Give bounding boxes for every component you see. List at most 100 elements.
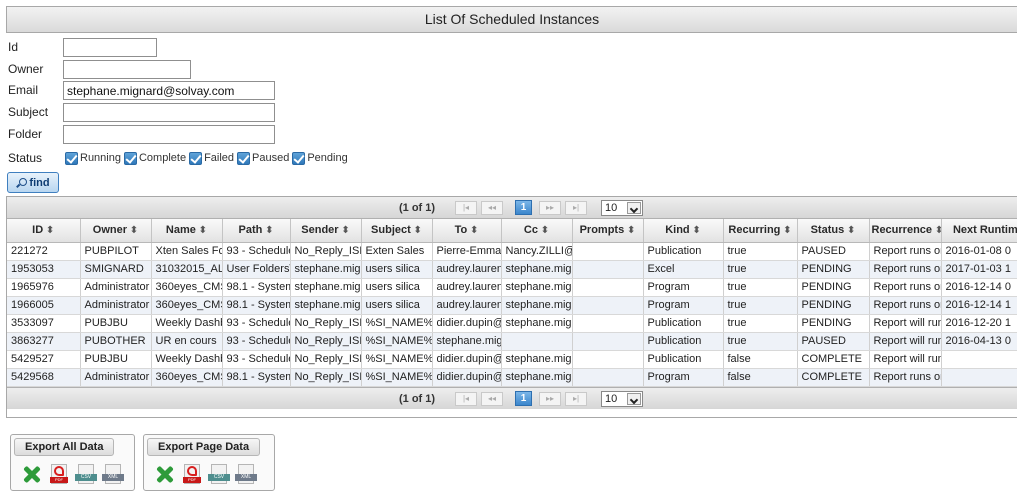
prev-page-icon[interactable]: ◂◂ bbox=[481, 391, 503, 406]
page-size-value: 10 bbox=[605, 392, 618, 405]
table-row[interactable]: 1965976 Administrator 360eyes_CMS 98.1 - Sy… bbox=[7, 278, 1017, 297]
column-header-recurrence[interactable]: Recurrence ⬍ bbox=[869, 219, 942, 243]
column-header-cc[interactable]: Cc ⬍ bbox=[501, 219, 573, 243]
page-size-select[interactable]: 10 bbox=[601, 200, 643, 216]
column-header-kind[interactable]: Kind ⬍ bbox=[643, 219, 724, 243]
table-cell: PENDING bbox=[797, 278, 870, 297]
table-row[interactable]: 3863277PUBOTHERUR en cours93 - Scheduled… bbox=[7, 332, 1017, 351]
excel-icon[interactable] bbox=[21, 463, 43, 485]
column-header-label: Cc bbox=[523, 224, 538, 237]
table-row[interactable]: 1953053SMIGNARD31032015_ALUser Folders\S… bbox=[7, 260, 1017, 279]
table-row[interactable]: 221272PUBPILOTXten Sales Fo93 - Schedule… bbox=[7, 242, 1017, 261]
table-cell bbox=[572, 242, 644, 261]
table-cell: false bbox=[723, 350, 798, 369]
next-page-icon[interactable]: ▸▸ bbox=[539, 201, 561, 215]
running-label: Running bbox=[80, 152, 121, 164]
last-page-icon[interactable]: ▸| bbox=[565, 201, 587, 215]
csv-icon[interactable]: CSV bbox=[208, 463, 230, 485]
table-cell: 31032015_AL bbox=[151, 260, 223, 279]
email-field[interactable] bbox=[63, 81, 275, 100]
table-cell: audrey.laurent bbox=[432, 296, 502, 315]
pdf-icon[interactable]: PDF bbox=[48, 463, 70, 485]
id-field[interactable] bbox=[63, 38, 157, 57]
xml-icon[interactable]: XML bbox=[235, 463, 257, 485]
export-page-panel: Export Page Data PDF CSV XML bbox=[143, 434, 275, 491]
sort-icon: ⬍ bbox=[195, 225, 208, 237]
table-cell bbox=[501, 332, 573, 351]
column-header-id[interactable]: ID ⬍ bbox=[7, 219, 81, 243]
table-cell: Report runs on bbox=[869, 260, 942, 279]
column-header-status[interactable]: Status ⬍ bbox=[797, 219, 870, 243]
pending-checkbox[interactable] bbox=[292, 151, 306, 165]
table-cell: Administrator bbox=[80, 278, 152, 297]
table-cell: Weekly Dashb bbox=[151, 314, 223, 333]
sort-icon: ⬍ bbox=[780, 225, 792, 237]
excel-icon[interactable] bbox=[154, 463, 176, 485]
column-header-label: Path bbox=[238, 224, 263, 237]
column-header-name[interactable]: Name ⬍ bbox=[151, 219, 223, 243]
table-cell: 360eyes_CMS bbox=[151, 368, 223, 387]
table-cell: stephane.migr bbox=[290, 296, 362, 315]
column-header-subject[interactable]: Subject ⬍ bbox=[361, 219, 433, 243]
column-header-owner[interactable]: Owner ⬍ bbox=[80, 219, 152, 243]
table-row[interactable]: 5429568 Administrator 360eyes_CMS 98.1 - Sy… bbox=[7, 368, 1017, 387]
table-row[interactable]: 3533097PUBJBUWeekly Dashb93 - ScheduledN… bbox=[7, 314, 1017, 333]
subject-label: Subject bbox=[8, 105, 49, 119]
find-button[interactable]: find bbox=[7, 172, 59, 193]
table-cell: audrey.laurent bbox=[432, 260, 502, 279]
csv-icon[interactable]: CSV bbox=[75, 463, 97, 485]
next-page-icon[interactable]: ▸▸ bbox=[539, 391, 561, 406]
last-page-icon[interactable]: ▸| bbox=[565, 391, 587, 406]
prev-page-icon[interactable]: ◂◂ bbox=[481, 201, 503, 215]
column-header-label: Subject bbox=[371, 224, 411, 237]
sort-icon: ⬍ bbox=[43, 225, 55, 237]
paused-checkbox[interactable] bbox=[237, 151, 251, 165]
sort-icon: ⬍ bbox=[689, 225, 701, 237]
column-header-to[interactable]: To ⬍ bbox=[432, 219, 502, 243]
table-cell: stephane.migr bbox=[290, 260, 362, 279]
column-header-path[interactable]: Path ⬍ bbox=[222, 219, 291, 243]
column-header-label: To bbox=[454, 224, 468, 237]
current-page-button[interactable]: 1 bbox=[515, 200, 532, 215]
table-cell: PUBOTHER bbox=[80, 332, 152, 351]
table-cell: Publication bbox=[643, 350, 724, 369]
sort-icon: ⬍ bbox=[537, 225, 550, 237]
table-cell: %SI_NAME% bbox=[361, 368, 433, 387]
column-header-next-runtime[interactable]: Next Runtime ⬍ bbox=[941, 219, 1017, 243]
column-header-prompts[interactable]: Prompts ⬍ bbox=[572, 219, 644, 243]
column-header-sender[interactable]: Sender ⬍ bbox=[290, 219, 362, 243]
table-row[interactable]: 1966005 Administrator 360eyes_CMS 98.1 - Sy… bbox=[7, 296, 1017, 315]
table-cell: Administrator bbox=[80, 368, 152, 387]
page-size-select[interactable]: 10 bbox=[601, 390, 643, 407]
xml-icon[interactable]: XML bbox=[102, 463, 124, 485]
table-cell: 98.1 - System bbox=[222, 278, 291, 297]
table-row[interactable]: 5429527PUBJBUWeekly Dashb93 - ScheduledN… bbox=[7, 350, 1017, 369]
owner-field[interactable] bbox=[63, 60, 191, 79]
table-cell: 98.1 - System bbox=[222, 368, 291, 387]
running-checkbox[interactable] bbox=[65, 151, 78, 165]
table-cell: 93 - Scheduled bbox=[222, 332, 291, 351]
instances-table: ID ⬍ Owner ⬍ Name ⬍ Path ⬍ Sender ⬍ Subject ⬍… bbox=[7, 219, 1017, 387]
sort-icon: ⬍ bbox=[467, 225, 479, 237]
table-cell: stephane.migr bbox=[501, 368, 573, 387]
table-cell: 2016-04-13 0 bbox=[941, 332, 1017, 351]
table-cell: User Folders\S bbox=[222, 260, 291, 279]
table-cell: %SI_NAME% bbox=[361, 350, 433, 369]
subject-field[interactable] bbox=[63, 103, 275, 122]
complete-checkbox[interactable] bbox=[123, 151, 137, 165]
first-page-icon[interactable]: |◂ bbox=[455, 391, 477, 406]
current-page-button[interactable]: 1 bbox=[515, 390, 532, 406]
failed-checkbox[interactable] bbox=[189, 151, 203, 165]
complete-label: Complete bbox=[138, 152, 187, 164]
page-size-value: 10 bbox=[605, 202, 618, 214]
table-cell: stephane.migr bbox=[290, 278, 362, 297]
table-cell: Program bbox=[643, 278, 724, 297]
table-cell: Weekly Dashb bbox=[151, 350, 223, 369]
export-page-title: Export Page Data bbox=[147, 438, 261, 456]
column-header-recurring[interactable]: Recurring ⬍ bbox=[723, 219, 798, 243]
folder-field[interactable] bbox=[63, 125, 275, 144]
first-page-icon[interactable]: |◂ bbox=[455, 201, 477, 215]
failed-label: Failed bbox=[204, 152, 235, 164]
table-cell: true bbox=[723, 260, 798, 279]
pdf-icon[interactable]: PDF bbox=[181, 463, 203, 485]
